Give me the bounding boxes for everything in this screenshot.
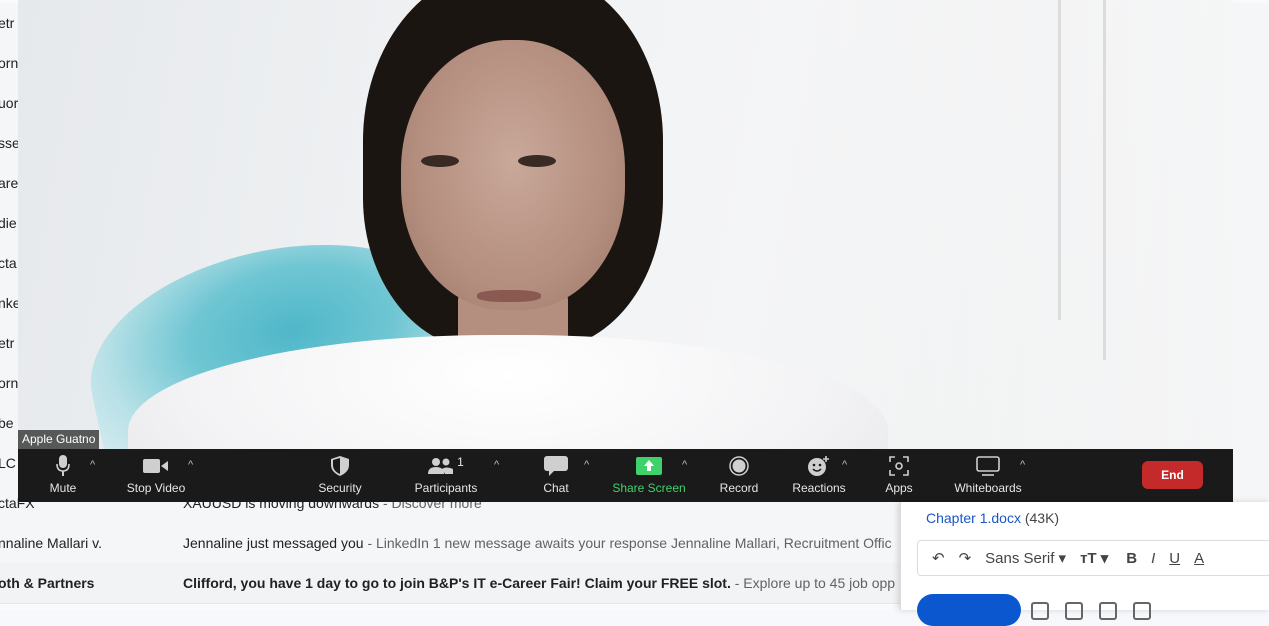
- whiteboards-options-caret-icon[interactable]: ^: [1020, 459, 1025, 471]
- participant-name-tag: Apple Guatno: [18, 430, 100, 449]
- text-color-button[interactable]: A: [1194, 550, 1204, 567]
- camera-icon: [143, 455, 169, 477]
- eye: [518, 155, 556, 167]
- stop-video-label: Stop Video: [126, 481, 186, 495]
- italic-button[interactable]: I: [1151, 550, 1155, 567]
- insert-emoji-icon[interactable]: [1133, 602, 1151, 620]
- compose-bottom-icons: [1031, 602, 1167, 620]
- attachment-chip[interactable]: Chapter 1.docx (43K): [926, 510, 1059, 526]
- email-sender: nnaline Mallari v.: [0, 535, 103, 551]
- attach-file-icon[interactable]: [1065, 602, 1083, 620]
- shield-icon: [331, 455, 349, 477]
- share-screen-label: Share Screen: [612, 481, 686, 495]
- participants-label: Participants: [414, 481, 478, 495]
- apps-label: Apps: [885, 481, 913, 495]
- smiley-plus-icon: [808, 455, 830, 477]
- reactions-options-caret-icon[interactable]: ^: [842, 459, 847, 471]
- chat-button[interactable]: Chat: [541, 449, 571, 502]
- participants-button[interactable]: 1 Participants: [414, 449, 478, 502]
- attachment-name: Chapter 1.docx: [926, 510, 1021, 526]
- email-subject: Clifford, you have 1 day to go to join B…: [183, 575, 731, 591]
- insert-link-icon[interactable]: [1099, 602, 1117, 620]
- email-subject: Jennaline just messaged you: [183, 535, 364, 551]
- redo-icon[interactable]: ↷: [959, 549, 972, 567]
- meeting-toolbar: Mute ^ Stop Video ^ Security 1 Participa…: [18, 449, 1233, 502]
- chat-options-caret-icon[interactable]: ^: [584, 459, 589, 471]
- attachment-size: (43K): [1024, 510, 1060, 526]
- underline-button[interactable]: U: [1169, 550, 1180, 567]
- participants-count: 1: [457, 455, 464, 469]
- participant-video[interactable]: Apple Guatno: [18, 0, 1233, 449]
- reactions-label: Reactions: [792, 481, 846, 495]
- zoom-meeting-window: Apple Guatno Mute ^ Stop Video ^ Securit…: [18, 0, 1233, 502]
- whiteboard-icon: [976, 455, 1000, 477]
- font-size-icon[interactable]: тT ▾: [1080, 549, 1108, 567]
- email-snippet: - LinkedIn 1 new message awaits your res…: [363, 535, 892, 551]
- whiteboards-label: Whiteboards: [954, 481, 1022, 495]
- security-button[interactable]: Security: [318, 449, 362, 502]
- end-meeting-button[interactable]: End: [1142, 461, 1203, 489]
- mouth: [477, 290, 541, 302]
- reactions-button[interactable]: Reactions: [792, 449, 846, 502]
- formatting-toolbar: ↶ ↷ Sans Serif ▾ тT ▾ B I U A: [917, 540, 1269, 576]
- undo-icon[interactable]: ↶: [932, 549, 945, 567]
- bold-button[interactable]: B: [1126, 550, 1137, 567]
- participants-icon: 1: [428, 455, 464, 477]
- apps-icon: [889, 455, 909, 477]
- email-sender: oth & Partners: [0, 575, 95, 591]
- microphone-icon: [56, 455, 70, 477]
- person-face: [401, 40, 625, 310]
- stop-video-button[interactable]: Stop Video: [126, 449, 186, 502]
- mute-label: Mute: [49, 481, 77, 495]
- formatting-options-icon[interactable]: [1031, 602, 1049, 620]
- mute-button[interactable]: Mute: [48, 449, 78, 502]
- participants-options-caret-icon[interactable]: ^: [494, 459, 499, 471]
- video-options-caret-icon[interactable]: ^: [188, 459, 193, 471]
- apps-button[interactable]: Apps: [884, 449, 914, 502]
- record-label: Record: [719, 481, 759, 495]
- security-label: Security: [318, 481, 362, 495]
- send-button[interactable]: [917, 594, 1021, 626]
- record-icon: [729, 455, 749, 477]
- font-selector[interactable]: Sans Serif ▾: [985, 549, 1066, 567]
- share-screen-icon: [636, 455, 662, 477]
- whiteboards-button[interactable]: Whiteboards: [954, 449, 1022, 502]
- record-button[interactable]: Record: [718, 449, 760, 502]
- share-screen-button[interactable]: Share Screen: [612, 449, 686, 502]
- chat-bubble-icon: [544, 455, 568, 477]
- share-options-caret-icon[interactable]: ^: [682, 459, 687, 471]
- chat-label: Chat: [543, 481, 569, 495]
- email-snippet: - Explore up to 45 job opp: [730, 575, 896, 591]
- wall-cable: [1058, 0, 1061, 320]
- audio-options-caret-icon[interactable]: ^: [90, 459, 95, 471]
- wall-cable: [1103, 0, 1106, 360]
- eye: [421, 155, 459, 167]
- compose-window: Chapter 1.docx (43K) ↶ ↷ Sans Serif ▾ тT…: [900, 502, 1269, 626]
